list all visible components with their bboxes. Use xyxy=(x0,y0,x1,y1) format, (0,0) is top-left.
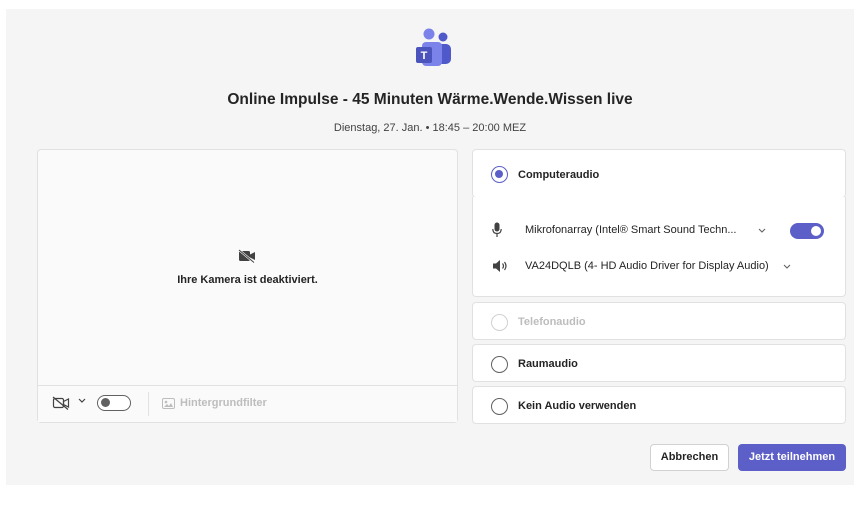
option-computer-audio[interactable]: Computeraudio xyxy=(472,149,846,198)
option-room-audio[interactable]: Raumaudio xyxy=(472,344,846,382)
microphone-icon xyxy=(492,222,502,237)
camera-toolbar: Hintergrundfilter xyxy=(38,385,457,422)
microphone-row: Mikrofonarray (Intel® Smart Sound Techn.… xyxy=(472,221,846,241)
radio-phone-audio[interactable] xyxy=(491,314,508,331)
meeting-time: Dienstag, 27. Jan. • 18:45 – 20:00 MEZ xyxy=(333,122,527,134)
computer-audio-label: Computeraudio xyxy=(518,169,600,181)
toolbar-divider xyxy=(148,392,149,416)
camera-toggle[interactable] xyxy=(97,395,131,411)
microphone-chevron-down-icon[interactable] xyxy=(758,228,766,234)
camera-options-chevron-icon[interactable] xyxy=(78,398,86,404)
radio-computer-audio[interactable] xyxy=(491,166,508,183)
meeting-title: Online Impulse - 45 Minuten Wärme.Wende.… xyxy=(227,91,633,108)
background-filter-button[interactable]: Hintergrundfilter xyxy=(162,397,267,409)
teams-logo-icon: T xyxy=(416,28,451,66)
camera-off-icon xyxy=(238,249,255,263)
no-audio-label: Kein Audio verwenden xyxy=(518,400,637,412)
radio-no-audio[interactable] xyxy=(491,398,508,415)
camera-preview: Ihre Kamera ist deaktiviert. Hintergrund… xyxy=(37,149,458,423)
radio-room-audio[interactable] xyxy=(491,356,508,373)
join-now-button[interactable]: Jetzt teilnehmen xyxy=(738,444,846,471)
svg-text:T: T xyxy=(421,50,428,62)
cancel-button[interactable]: Abbrechen xyxy=(650,444,729,471)
phone-audio-label: Telefonaudio xyxy=(518,316,586,328)
room-audio-label: Raumaudio xyxy=(518,358,578,370)
camera-off-message: Ihre Kamera ist deaktiviert. xyxy=(177,274,318,286)
speaker-row: VA24DQLB (4- HD Audio Driver for Display… xyxy=(472,257,846,277)
speaker-icon xyxy=(493,260,507,272)
speaker-select[interactable]: VA24DQLB (4- HD Audio Driver for Display… xyxy=(525,260,769,272)
camera-off-button-icon[interactable] xyxy=(52,396,70,410)
background-filter-icon xyxy=(162,397,175,409)
microphone-select[interactable]: Mikrofonarray (Intel® Smart Sound Techn.… xyxy=(525,224,737,236)
option-no-audio[interactable]: Kein Audio verwenden xyxy=(472,386,846,424)
background-filter-label: Hintergrundfilter xyxy=(180,397,267,409)
speaker-chevron-down-icon[interactable] xyxy=(783,264,791,270)
option-phone-audio[interactable]: Telefonaudio xyxy=(472,302,846,340)
audio-devices-panel xyxy=(472,197,846,297)
microphone-toggle[interactable] xyxy=(790,223,824,239)
